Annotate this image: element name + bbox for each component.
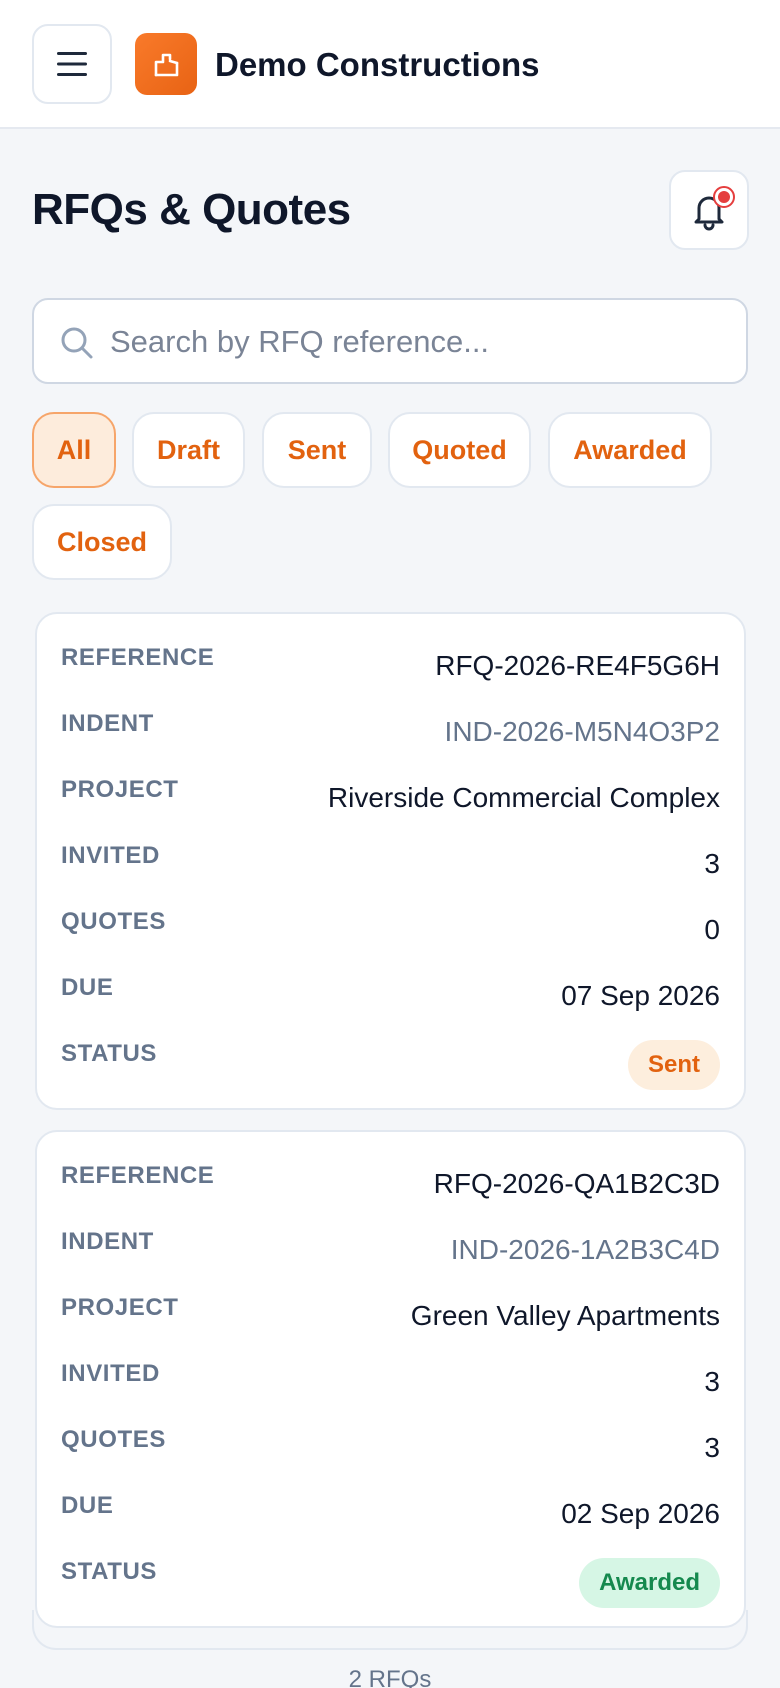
top-bar: Demo Constructions [0, 0, 780, 129]
hamburger-menu-icon [57, 52, 87, 76]
status-label: STATUS [61, 1558, 158, 1585]
indent-row: INDENT IND-2026-1A2B3C4D [61, 1226, 720, 1266]
quotes-row: QUOTES 0 [61, 906, 720, 946]
filter-chip-closed[interactable]: Closed [32, 504, 172, 580]
notification-dot [713, 186, 735, 208]
invited-value: 3 [704, 848, 720, 879]
project-label: PROJECT [61, 1294, 179, 1321]
project-value: Riverside Commercial Complex [327, 782, 720, 813]
search-icon [61, 327, 93, 359]
due-value: 07 Sep 2026 [561, 980, 720, 1011]
project-value: Green Valley Apartments [410, 1300, 720, 1331]
search-box [32, 298, 748, 384]
filter-chip-all[interactable]: All [32, 412, 116, 488]
indent-value[interactable]: IND-2026-1A2B3C4D [451, 1232, 720, 1268]
filter-chip-sent[interactable]: Sent [262, 412, 372, 488]
results-count: 2 RFQs [348, 1666, 432, 1688]
reference-value: RFQ-2026-QA1B2C3D [433, 1168, 720, 1199]
quotes-value: 3 [704, 1432, 720, 1463]
rfq-card[interactable]: REFERENCE RFQ-2026-QA1B2C3D INDENT IND-2… [35, 1130, 746, 1628]
app-title: Demo Constructions [215, 46, 540, 83]
filter-chip-quoted[interactable]: Quoted [388, 412, 531, 488]
invited-row: INVITED 3 [61, 1358, 720, 1398]
quotes-label: QUOTES [61, 908, 166, 935]
menu-button[interactable] [32, 24, 112, 104]
project-label: PROJECT [61, 776, 179, 803]
invited-label: INVITED [61, 1360, 160, 1387]
quotes-row: QUOTES 3 [61, 1424, 720, 1464]
search-input[interactable] [110, 314, 720, 370]
indent-row: INDENT IND-2026-M5N4O3P2 [61, 708, 720, 748]
due-label: DUE [61, 974, 114, 1001]
invited-label: INVITED [61, 842, 160, 869]
reference-row: REFERENCE RFQ-2026-RE4F5G6H [61, 642, 720, 682]
status-badge: Awarded [579, 1558, 720, 1608]
due-row: DUE 02 Sep 2026 [61, 1490, 720, 1530]
status-row: STATUS Awarded [61, 1556, 720, 1612]
invited-value: 3 [704, 1366, 720, 1397]
due-value: 02 Sep 2026 [561, 1498, 720, 1529]
status-row: STATUS Sent [61, 1038, 720, 1094]
project-row: PROJECT Green Valley Apartments [61, 1292, 720, 1332]
due-row: DUE 07 Sep 2026 [61, 972, 720, 1012]
indent-label: INDENT [61, 710, 154, 737]
status-label: STATUS [61, 1040, 158, 1067]
reference-label: REFERENCE [61, 1162, 215, 1189]
status-badge: Sent [627, 1040, 720, 1090]
page-title: RFQs & Quotes [32, 185, 351, 234]
indent-value[interactable]: IND-2026-M5N4O3P2 [445, 714, 720, 750]
building-logo-icon [135, 33, 197, 95]
project-row: PROJECT Riverside Commercial Complex [61, 774, 720, 814]
indent-label: INDENT [61, 1228, 154, 1255]
due-label: DUE [61, 1492, 114, 1519]
reference-label: REFERENCE [61, 644, 215, 671]
notifications-button[interactable] [669, 170, 749, 250]
reference-value: RFQ-2026-RE4F5G6H [435, 650, 720, 681]
rfq-card[interactable]: REFERENCE RFQ-2026-RE4F5G6H INDENT IND-2… [35, 612, 746, 1110]
quotes-value: 0 [704, 914, 720, 945]
reference-row: REFERENCE RFQ-2026-QA1B2C3D [61, 1160, 720, 1200]
filter-chip-awarded[interactable]: Awarded [548, 412, 712, 488]
quotes-label: QUOTES [61, 1426, 166, 1453]
invited-row: INVITED 3 [61, 840, 720, 880]
filter-chip-draft[interactable]: Draft [132, 412, 245, 488]
